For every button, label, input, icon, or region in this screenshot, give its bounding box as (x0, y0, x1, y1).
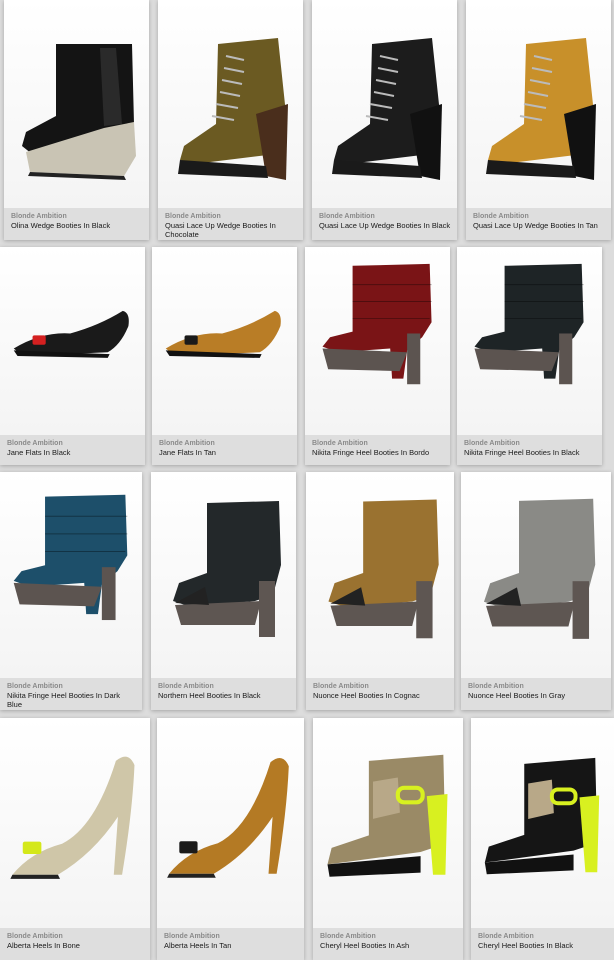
product-card[interactable]: Blonde Ambition Nuonce Heel Booties In Co… (306, 472, 454, 710)
product-caption: Blonde Ambition Cheryl Heel Booties In As… (313, 928, 463, 960)
product-image[interactable] (152, 247, 297, 435)
product-image[interactable] (312, 0, 457, 208)
product-image[interactable] (461, 472, 611, 678)
product-card[interactable]: Blonde Ambition Nuonce Heel Booties In Gr… (461, 472, 611, 710)
product-brand: Blonde Ambition (320, 933, 376, 940)
product-brand: Blonde Ambition (312, 440, 368, 447)
product-name-link[interactable]: Cheryl Heel Booties In Ash (320, 941, 457, 950)
product-card[interactable]: Blonde Ambition Quasi Lace Up Wedge Booti… (466, 0, 611, 240)
product-name-link[interactable]: Jane Flats In Tan (159, 448, 291, 457)
product-image[interactable] (306, 472, 454, 678)
product-image[interactable] (157, 718, 304, 928)
product-caption: Blonde Ambition Quasi Lace Up Wedge Booti… (158, 208, 303, 240)
product-name-link[interactable]: Northern Heel Booties In Black (158, 691, 290, 700)
product-card[interactable]: Blonde Ambition Northern Heel Booties In … (151, 472, 296, 710)
product-brand: Blonde Ambition (7, 440, 63, 447)
product-image[interactable] (0, 247, 145, 435)
product-image[interactable] (471, 718, 614, 928)
product-image[interactable] (158, 0, 303, 208)
product-brand: Blonde Ambition (478, 933, 534, 940)
product-card[interactable]: Blonde Ambition Jane Flats In Tan (152, 247, 297, 465)
product-image[interactable] (151, 472, 296, 678)
product-brand: Blonde Ambition (7, 683, 63, 690)
product-name-link[interactable]: Nikita Fringe Heel Booties In Black (464, 448, 596, 457)
product-image[interactable] (4, 0, 149, 208)
product-caption: Blonde Ambition Quasi Lace Up Wedge Booti… (312, 208, 457, 240)
product-caption: Blonde Ambition Nuonce Heel Booties In Gr… (461, 678, 611, 710)
product-brand: Blonde Ambition (158, 683, 214, 690)
product-caption: Blonde Ambition Nikita Fringe Heel Bootie… (457, 435, 602, 465)
product-card[interactable]: Blonde Ambition Alberta Heels In Tan (157, 718, 304, 960)
product-card[interactable]: Blonde Ambition Cheryl Heel Booties In Bl… (471, 718, 614, 960)
product-card[interactable]: Blonde Ambition Quasi Lace Up Wedge Booti… (312, 0, 457, 240)
product-name-link[interactable]: Nuonce Heel Booties In Gray (468, 691, 605, 700)
product-caption: Blonde Ambition Alberta Heels In Tan (157, 928, 304, 960)
product-image[interactable] (457, 247, 602, 435)
product-caption: Blonde Ambition Quasi Lace Up Wedge Booti… (466, 208, 611, 240)
product-caption: Blonde Ambition Cheryl Heel Booties In Bl… (471, 928, 614, 960)
product-brand: Blonde Ambition (159, 440, 215, 447)
product-card[interactable]: Blonde Ambition Nikita Fringe Heel Bootie… (457, 247, 602, 465)
product-image[interactable] (466, 0, 611, 208)
product-name-link[interactable]: Quasi Lace Up Wedge Booties In Black (319, 221, 451, 230)
product-caption: Blonde Ambition Olina Wedge Booties In Bl… (4, 208, 149, 240)
product-caption: Blonde Ambition Nuonce Heel Booties In Co… (306, 678, 454, 710)
product-name-link[interactable]: Quasi Lace Up Wedge Booties In Chocolate (165, 221, 297, 239)
product-caption: Blonde Ambition Jane Flats In Black (0, 435, 145, 465)
product-caption: Blonde Ambition Northern Heel Booties In … (151, 678, 296, 710)
product-caption: Blonde Ambition Alberta Heels In Bone (0, 928, 150, 960)
product-brand: Blonde Ambition (164, 933, 220, 940)
product-name-link[interactable]: Jane Flats In Black (7, 448, 139, 457)
product-brand: Blonde Ambition (165, 213, 221, 220)
product-brand: Blonde Ambition (11, 213, 67, 220)
product-card[interactable]: Blonde Ambition Alberta Heels In Bone (0, 718, 150, 960)
product-name-link[interactable]: Alberta Heels In Tan (164, 941, 298, 950)
product-brand: Blonde Ambition (473, 213, 529, 220)
product-card[interactable]: Blonde Ambition Olina Wedge Booties In Bl… (4, 0, 149, 240)
product-caption: Blonde Ambition Jane Flats In Tan (152, 435, 297, 465)
product-image[interactable] (0, 472, 142, 678)
product-name-link[interactable]: Nikita Fringe Heel Booties In Dark Blue (7, 691, 136, 709)
product-card[interactable]: Blonde Ambition Cheryl Heel Booties In As… (313, 718, 463, 960)
product-caption: Blonde Ambition Nikita Fringe Heel Bootie… (0, 678, 142, 710)
product-brand: Blonde Ambition (313, 683, 369, 690)
product-brand: Blonde Ambition (464, 440, 520, 447)
product-image[interactable] (313, 718, 463, 928)
product-brand: Blonde Ambition (7, 933, 63, 940)
product-card[interactable]: Blonde Ambition Jane Flats In Black (0, 247, 145, 465)
product-card[interactable]: Blonde Ambition Quasi Lace Up Wedge Booti… (158, 0, 303, 240)
product-image[interactable] (305, 247, 450, 435)
product-name-link[interactable]: Olina Wedge Booties In Black (11, 221, 143, 230)
product-name-link[interactable]: Cheryl Heel Booties In Black (478, 941, 608, 950)
product-name-link[interactable]: Quasi Lace Up Wedge Booties In Tan (473, 221, 605, 230)
product-image[interactable] (0, 718, 150, 928)
product-brand: Blonde Ambition (468, 683, 524, 690)
product-name-link[interactable]: Nuonce Heel Booties In Cognac (313, 691, 448, 700)
product-name-link[interactable]: Alberta Heels In Bone (7, 941, 144, 950)
product-name-link[interactable]: Nikita Fringe Heel Booties In Bordo (312, 448, 444, 457)
product-caption: Blonde Ambition Nikita Fringe Heel Bootie… (305, 435, 450, 465)
product-card[interactable]: Blonde Ambition Nikita Fringe Heel Bootie… (305, 247, 450, 465)
product-brand: Blonde Ambition (319, 213, 375, 220)
product-card[interactable]: Blonde Ambition Nikita Fringe Heel Bootie… (0, 472, 142, 710)
